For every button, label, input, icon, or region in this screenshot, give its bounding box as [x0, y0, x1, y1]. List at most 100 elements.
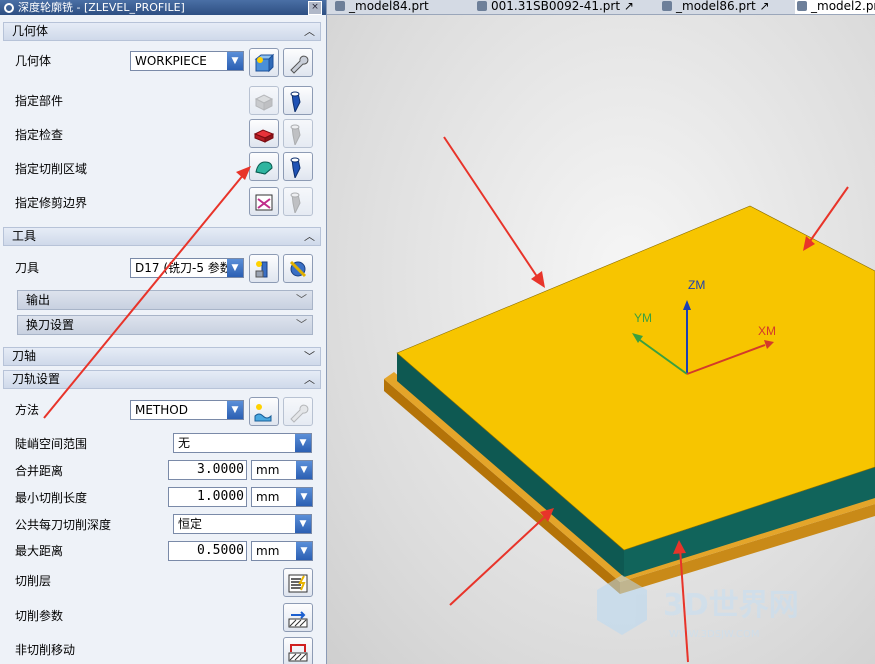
merge-distance-input[interactable]: 3.0000	[168, 460, 247, 480]
tool-change-subsection[interactable]: 换刀设置 ﹀	[17, 315, 313, 335]
output-label: 输出	[26, 293, 51, 307]
cut-params-button[interactable]	[283, 603, 313, 632]
edit-geometry-button[interactable]	[283, 48, 313, 77]
steep-range-value: 无	[178, 436, 191, 450]
flashlight-icon	[290, 192, 301, 213]
edit-tool-icon	[289, 260, 307, 278]
chevron-down-icon: ▼	[227, 52, 243, 70]
new-tool-icon	[255, 261, 268, 278]
chevron-up-icon: ︿	[304, 25, 315, 38]
max-distance-input[interactable]: 0.5000	[168, 541, 247, 561]
chevron-down-icon: ▼	[296, 542, 312, 560]
tab-label: _model84.prt	[349, 0, 429, 13]
cut-params-label: 切削参数	[15, 609, 64, 623]
flashlight-icon	[290, 91, 301, 112]
check-geometry-icon	[253, 129, 275, 143]
part-file-icon	[335, 1, 345, 11]
tab-model2[interactable]: _model2.prt	[795, 0, 875, 14]
section-tool-header[interactable]: 工具 ︿	[3, 227, 321, 246]
geometry-select[interactable]: WORKPIECE ▼	[130, 51, 244, 71]
display-cut-area-button[interactable]	[283, 152, 313, 181]
min-cut-length-unit[interactable]: mm ▼	[251, 487, 313, 507]
close-button[interactable]: ×	[308, 1, 322, 15]
cut-depth-value: 恒定	[178, 517, 203, 531]
cut-levels-label: 切削层	[15, 574, 52, 588]
display-trim-button[interactable]	[283, 187, 313, 216]
specify-trim-label: 指定修剪边界	[15, 196, 88, 210]
axis-label-y: YM	[634, 311, 652, 325]
flashlight-icon	[290, 124, 301, 145]
chevron-down-icon: ▼	[295, 434, 311, 452]
merge-distance-unit[interactable]: mm ▼	[251, 460, 313, 480]
geometry-label: 几何体	[15, 54, 52, 68]
method-select[interactable]: METHOD ▼	[130, 400, 244, 420]
select-trim-button[interactable]	[249, 187, 279, 216]
watermark-title: 3D世界网	[663, 588, 799, 623]
specify-cut-area-label: 指定切削区域	[15, 162, 88, 176]
new-method-icon	[254, 404, 272, 422]
new-method-button[interactable]	[249, 397, 279, 426]
chevron-down-icon: ﹀	[296, 293, 307, 306]
chevron-up-icon: ︿	[304, 230, 315, 243]
section-axis-title: 刀轴	[12, 349, 37, 363]
select-part-button[interactable]	[249, 86, 279, 115]
edit-tool-button[interactable]	[283, 254, 313, 283]
method-label: 方法	[15, 403, 40, 417]
model-canvas[interactable]: ZM YM XM 3D世界网 WWW.3DSJW.COM	[327, 15, 875, 664]
tool-label: 刀具	[15, 261, 40, 275]
wrench-icon	[290, 404, 309, 423]
tab-model84[interactable]: _model84.prt	[333, 0, 429, 14]
cut-depth-select[interactable]: 恒定 ▼	[173, 514, 312, 534]
merge-distance-unit-value: mm	[256, 463, 280, 477]
axis-label-x: XM	[758, 324, 776, 338]
non-cut-moves-icon	[288, 644, 308, 662]
section-geometry-header[interactable]: 几何体 ︿	[3, 22, 321, 41]
tool-select[interactable]: D17 (铣刀-5 参数) ▼	[130, 258, 244, 278]
select-check-button[interactable]	[249, 119, 279, 148]
new-geometry-icon	[254, 53, 275, 73]
part-file-icon	[477, 1, 487, 11]
chevron-down-icon: ▼	[296, 488, 312, 506]
cut-params-icon	[288, 611, 308, 628]
tool-change-label: 换刀设置	[26, 318, 75, 332]
external-link-icon: ↗	[759, 0, 770, 13]
trim-boundary-icon	[255, 194, 273, 211]
dialog-title: 深度轮廓铣 - [ZLEVEL_PROFILE]	[18, 1, 185, 14]
chevron-down-icon: ﹀	[304, 350, 315, 363]
merge-distance-label: 合并距离	[15, 464, 64, 478]
chevron-down-icon: ▼	[295, 515, 311, 533]
section-axis-header[interactable]: 刀轴 ﹀	[3, 347, 321, 366]
max-distance-label: 最大距离	[15, 544, 64, 558]
display-part-button[interactable]	[283, 86, 313, 115]
cut-levels-button[interactable]	[283, 568, 313, 597]
non-cut-moves-button[interactable]	[283, 637, 313, 664]
part-file-icon	[662, 1, 672, 11]
select-cut-area-button[interactable]	[249, 152, 279, 181]
tab-model86[interactable]: _model86.prt ↗	[660, 0, 770, 14]
section-path-header[interactable]: 刀轨设置 ︿	[3, 370, 321, 389]
new-geometry-button[interactable]	[249, 48, 279, 77]
tab-001-31sb0092-41[interactable]: 001.31SB0092-41.prt ↗	[475, 0, 634, 14]
min-cut-length-input[interactable]: 1.0000	[168, 487, 247, 507]
flashlight-icon	[290, 157, 301, 178]
min-cut-length-label: 最小切削长度	[15, 491, 88, 505]
edit-method-button[interactable]	[283, 397, 313, 426]
section-geometry-title: 几何体	[12, 24, 49, 38]
watermark-url: WWW.3DSJW.COM	[669, 629, 759, 640]
max-distance-unit[interactable]: mm ▼	[251, 541, 313, 561]
chevron-down-icon: ▼	[296, 461, 312, 479]
chevron-down-icon: ▼	[227, 259, 243, 277]
section-path-title: 刀轨设置	[12, 372, 61, 386]
dialog-titlebar[interactable]: 深度轮廓铣 - [ZLEVEL_PROFILE]	[0, 0, 326, 15]
graphics-viewport[interactable]: ZM YM XM 3D世界网 WWW.3DSJW.COM	[327, 15, 875, 664]
steep-range-select[interactable]: 无 ▼	[173, 433, 312, 453]
tab-label: 001.31SB0092-41.prt	[491, 0, 621, 13]
new-tool-button[interactable]	[249, 254, 279, 283]
display-check-button[interactable]	[283, 119, 313, 148]
wrench-icon	[290, 55, 309, 74]
output-subsection[interactable]: 输出 ﹀	[17, 290, 313, 310]
cut-levels-icon	[288, 574, 308, 593]
chevron-up-icon: ︿	[304, 373, 315, 386]
tab-label: _model86.prt	[676, 0, 756, 13]
method-select-value: METHOD	[135, 403, 188, 417]
